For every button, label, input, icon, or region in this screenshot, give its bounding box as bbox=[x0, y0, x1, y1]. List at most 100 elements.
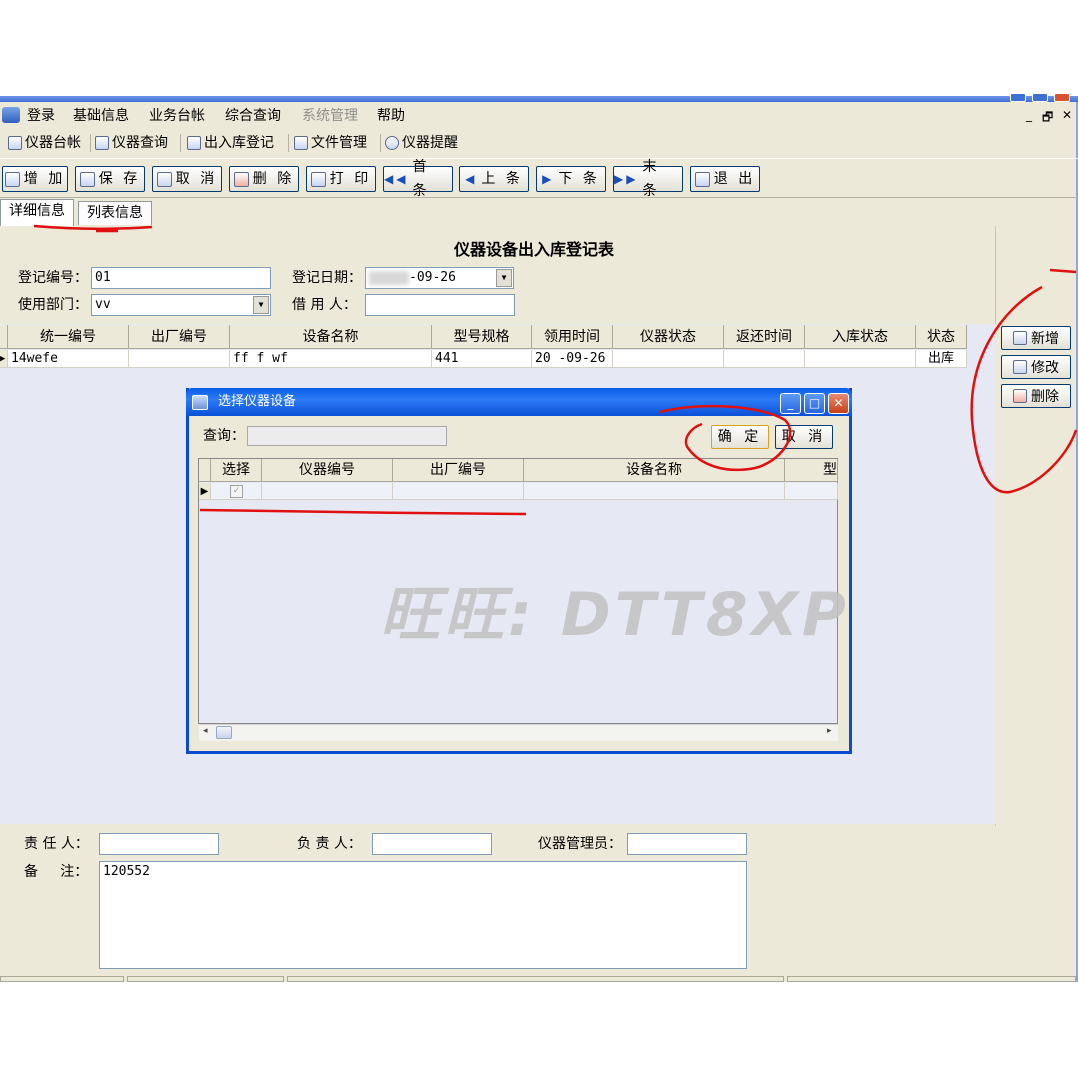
delete-button[interactable]: 删 除 bbox=[229, 166, 299, 192]
dialog-cancel-button[interactable]: 取 消 bbox=[775, 425, 833, 449]
col-header[interactable]: 返还时间 bbox=[724, 325, 805, 349]
maximize-button[interactable] bbox=[1032, 93, 1048, 102]
dialog-col-header[interactable]: 设备名称 bbox=[524, 459, 785, 482]
menu-basic-info[interactable]: 基础信息 bbox=[73, 107, 129, 125]
dialog-app-icon bbox=[192, 395, 208, 410]
dept-dropdown-icon[interactable]: ▼ bbox=[253, 296, 269, 314]
add-button[interactable]: 增 加 bbox=[2, 166, 68, 192]
table-cell[interactable] bbox=[262, 483, 393, 500]
query-label: 查询： bbox=[203, 428, 245, 444]
add-icon bbox=[4, 171, 20, 187]
table-cell[interactable] bbox=[805, 350, 916, 368]
mdi-minimize-icon[interactable]: _ bbox=[1026, 108, 1032, 122]
table-cell[interactable]: ff f wf bbox=[230, 350, 432, 368]
borrower-field[interactable] bbox=[365, 294, 515, 316]
register-icon bbox=[187, 136, 201, 150]
dept-select[interactable]: vv ▼ bbox=[91, 294, 271, 316]
col-header[interactable]: 型号规格 bbox=[432, 325, 532, 349]
principal-field[interactable] bbox=[372, 833, 492, 855]
dialog-col-header[interactable]: 选择 bbox=[211, 459, 262, 482]
last-record-button[interactable]: ▶▶ 末 条 bbox=[613, 159, 683, 199]
admin-field[interactable] bbox=[627, 833, 747, 855]
watermark: 旺旺: DTT8XP bbox=[380, 580, 850, 650]
reg-date-field[interactable]: -09-26 ▼ bbox=[365, 267, 514, 289]
query-input[interactable] bbox=[247, 426, 447, 446]
tab-detail[interactable]: 详细信息 bbox=[0, 199, 74, 226]
col-header[interactable]: 设备名称 bbox=[230, 325, 432, 349]
printer-icon bbox=[310, 171, 326, 187]
menu-login[interactable]: 登录 bbox=[27, 107, 55, 125]
toolbar-separator bbox=[288, 134, 289, 152]
table-cell[interactable] bbox=[524, 483, 785, 500]
quick-inout-register[interactable]: 出入库登记 bbox=[187, 133, 274, 153]
menu-system[interactable]: 系统管理 bbox=[302, 107, 358, 125]
principal-label: 负 责 人： bbox=[297, 836, 362, 852]
next-record-button[interactable]: ▶ 下 条 bbox=[536, 166, 606, 192]
menu-query[interactable]: 综合查询 bbox=[225, 107, 281, 125]
quick-instrument-reminder[interactable]: 仪器提醒 bbox=[385, 133, 458, 153]
select-checkbox-cell[interactable]: ✓ bbox=[211, 483, 262, 500]
mdi-close-icon[interactable]: ✕ bbox=[1062, 108, 1072, 122]
col-header[interactable]: 统一编号 bbox=[8, 325, 129, 349]
toolbar-separator bbox=[180, 134, 181, 152]
checkbox-icon[interactable]: ✓ bbox=[230, 485, 243, 498]
prev-record-button[interactable]: ◀ 上 条 bbox=[459, 166, 529, 192]
dialog-col-header[interactable]: 型 bbox=[785, 459, 838, 482]
dialog-col-header[interactable]: 出厂编号 bbox=[393, 459, 524, 482]
exit-button[interactable]: 退 出 bbox=[690, 166, 760, 192]
first-record-button[interactable]: ◀◀ 首 条 bbox=[383, 159, 453, 199]
edit-icon bbox=[1013, 360, 1027, 374]
table-cell[interactable]: 441 bbox=[432, 350, 532, 368]
side-add-button[interactable]: 新增 bbox=[1001, 326, 1071, 350]
table-cell[interactable]: 14wefe bbox=[8, 350, 129, 368]
dialog-col-header[interactable]: 仪器编号 bbox=[262, 459, 393, 482]
table-cell[interactable] bbox=[785, 483, 838, 500]
query-icon bbox=[95, 136, 109, 150]
table-cell[interactable] bbox=[724, 350, 805, 368]
print-button[interactable]: 打 印 bbox=[306, 166, 376, 192]
col-header[interactable]: 领用时间 bbox=[532, 325, 613, 349]
col-header[interactable]: 状态 bbox=[916, 325, 967, 349]
dialog-grid-corner bbox=[199, 459, 211, 482]
col-header[interactable]: 仪器状态 bbox=[613, 325, 724, 349]
confirm-button[interactable]: 确 定 bbox=[711, 425, 769, 449]
side-delete-button[interactable]: 删除 bbox=[1001, 384, 1071, 408]
scroll-thumb[interactable] bbox=[216, 726, 232, 739]
tab-list[interactable]: 列表信息 bbox=[78, 201, 152, 225]
mdi-restore-icon[interactable]: 🗗 bbox=[1042, 108, 1053, 129]
scroll-right-icon[interactable]: ▸ bbox=[827, 726, 832, 736]
dialog-minimize-icon[interactable]: _ bbox=[780, 393, 801, 414]
col-header[interactable]: 入库状态 bbox=[805, 325, 916, 349]
prev-icon: ◀ bbox=[465, 172, 478, 186]
form-title: 仪器设备出入库登记表 bbox=[453, 240, 614, 259]
close-button[interactable] bbox=[1054, 93, 1070, 102]
minimize-button[interactable] bbox=[1010, 93, 1026, 102]
dialog-maximize-icon[interactable]: □ bbox=[804, 393, 825, 414]
responsible-field[interactable] bbox=[99, 833, 219, 855]
dialog-hscrollbar[interactable] bbox=[199, 724, 838, 741]
save-button[interactable]: 保 存 bbox=[75, 166, 145, 192]
col-header[interactable]: 出厂编号 bbox=[129, 325, 230, 349]
reg-no-field[interactable]: 01 bbox=[91, 267, 271, 289]
table-cell[interactable] bbox=[393, 483, 524, 500]
menu-help[interactable]: 帮助 bbox=[377, 107, 405, 125]
quick-instrument-ledger[interactable]: 仪器台帐 bbox=[8, 133, 81, 153]
side-edit-button[interactable]: 修改 bbox=[1001, 355, 1071, 379]
date-dropdown-icon[interactable]: ▼ bbox=[496, 269, 512, 287]
cancel-button[interactable]: 取 消 bbox=[152, 166, 222, 192]
reg-date-label: 登记日期： bbox=[292, 270, 362, 286]
table-cell[interactable] bbox=[129, 350, 230, 368]
table-cell[interactable]: 出库 bbox=[916, 350, 967, 368]
remark-textarea[interactable]: 120552 bbox=[99, 861, 747, 969]
reg-no-label: 登记编号： bbox=[18, 270, 88, 286]
first-icon: ◀◀ bbox=[384, 172, 409, 186]
menu-business-ledger[interactable]: 业务台帐 bbox=[149, 107, 205, 125]
table-cell[interactable] bbox=[613, 350, 724, 368]
quick-instrument-query[interactable]: 仪器查询 bbox=[95, 133, 168, 153]
table-cell[interactable]: 20 -09-26 bbox=[532, 350, 613, 368]
scroll-left-icon[interactable]: ◂ bbox=[203, 726, 208, 736]
info-icon bbox=[385, 136, 399, 150]
status-pane bbox=[0, 976, 124, 982]
quick-file-manage[interactable]: 文件管理 bbox=[294, 133, 367, 153]
dialog-close-icon[interactable]: ✕ bbox=[828, 393, 849, 414]
